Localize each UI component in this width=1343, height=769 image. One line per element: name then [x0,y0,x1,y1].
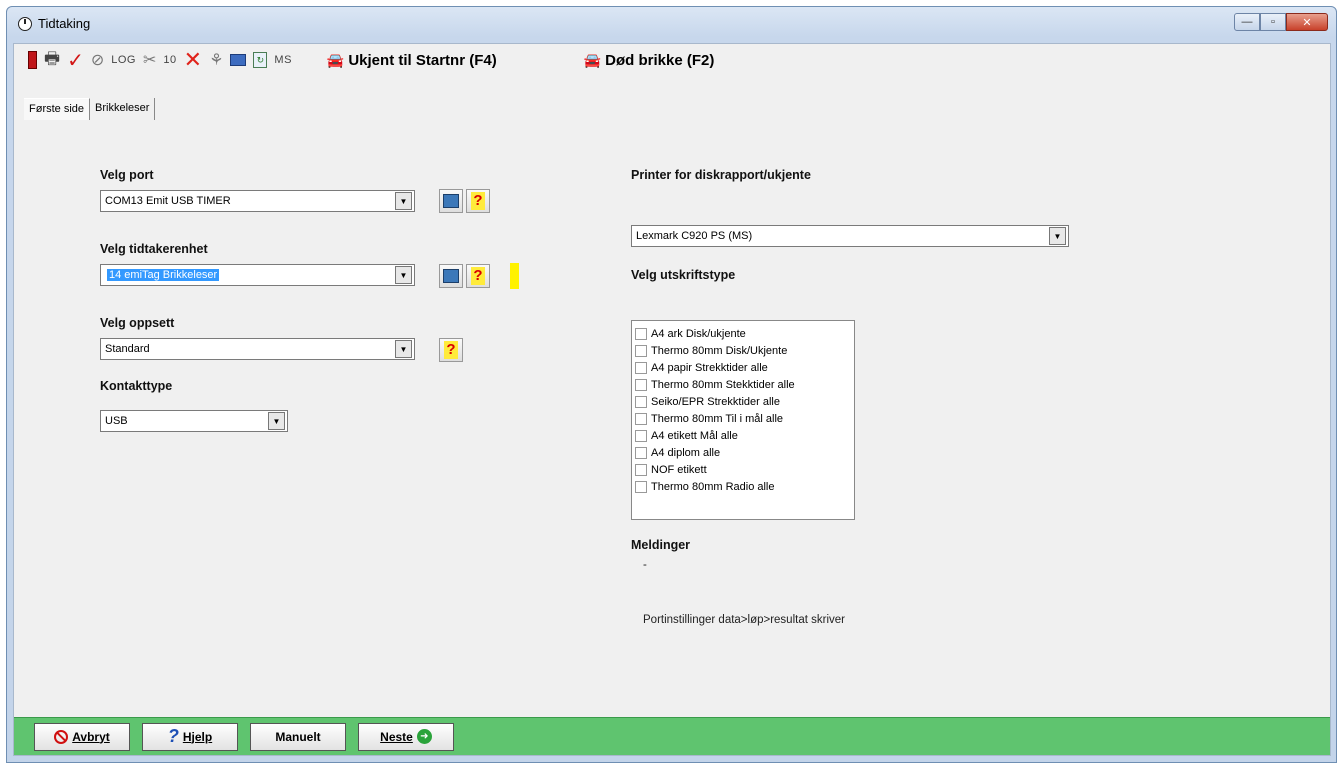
print-type-list[interactable]: A4 ark Disk/ukjente Thermo 80mm Disk/Ukj… [631,320,855,520]
contact-select[interactable]: USB ▼ [100,410,288,432]
checkbox[interactable] [635,412,647,425]
title-bar: Tidtaking — ▫ ✕ [7,7,1336,39]
chevron-down-icon: ▼ [395,192,412,210]
setup-label: Velg oppsett [100,316,175,330]
printer-icon[interactable]: 🖶 [44,49,60,71]
broom-icon[interactable]: ⚘ [209,49,223,71]
tab-strip: Første side Brikkeleser [24,98,156,120]
unit-refresh-button[interactable] [439,264,463,288]
computer-icon [443,194,459,208]
toolbar: 🖶 ✓ ⊘ LOG ✂ 10 ✕ ⚘ ↻ MS 🚘 Ukjent til Sta… [14,44,1330,76]
cancel-circle-icon[interactable]: ⊘ [91,49,104,71]
contact-label: Kontakttype [100,379,173,393]
client-area: 🖶 ✓ ⊘ LOG ✂ 10 ✕ ⚘ ↻ MS 🚘 Ukjent til Sta… [13,43,1331,756]
checkbox[interactable] [635,446,647,459]
scissors-icon[interactable]: ✂ [143,49,156,71]
printer-label: Printer for diskrapport/ukjente [631,168,811,182]
checkbox[interactable] [635,344,647,357]
window-title: Tidtaking [38,16,91,31]
manual-button[interactable]: Manuelt [250,722,346,751]
setup-value: Standard [105,343,150,355]
app-window: Tidtaking — ▫ ✕ 🖶 ✓ ⊘ LOG ✂ 10 ✕ ⚘ ↻ MS … [6,6,1337,763]
list-item[interactable]: Thermo 80mm Radio alle [632,478,854,495]
list-item[interactable]: A4 diplom alle [632,444,854,461]
next-button[interactable]: Neste ➜ [358,722,454,751]
contact-value: USB [105,415,128,427]
list-item[interactable]: Thermo 80mm Til i mål alle [632,410,854,427]
bottom-button-bar: Avbryt ? Hjelp Manuelt Neste ➜ [14,717,1330,755]
tab-chip-reader[interactable]: Brikkeleser [90,98,156,120]
binary-icon[interactable] [230,49,247,71]
unit-select[interactable]: 14 emiTag Brikkeleser ▼ [100,264,415,286]
checkbox[interactable] [635,463,647,476]
minimize-button[interactable]: — [1234,13,1260,31]
port-select[interactable]: COM13 Emit USB TIMER ▼ [100,190,415,212]
checkbox[interactable] [635,395,647,408]
question-icon: ? [444,341,458,359]
car-icon: 🚘 [326,51,345,68]
chevron-down-icon: ▼ [395,340,412,358]
cancel-icon [54,729,69,744]
question-icon: ? [471,267,485,285]
list-item[interactable]: Thermo 80mm Disk/Ukjente [632,342,854,359]
question-icon: ? [167,726,179,746]
help-button[interactable]: ? Hjelp [142,722,238,751]
list-item[interactable]: NOF etikett [632,461,854,478]
chevron-down-icon: ▼ [268,412,285,430]
list-item[interactable]: A4 etikett Mål alle [632,427,854,444]
setup-help-button[interactable]: ? [439,338,463,362]
dead-chip-label: Død brikke (F2) [605,51,715,69]
maximize-button[interactable]: ▫ [1260,13,1286,31]
port-value: COM13 Emit USB TIMER [105,195,231,207]
port-settings-text: Portinstillinger data>løp>resultat skriv… [643,614,845,626]
checkbox[interactable] [635,480,647,493]
window-controls: — ▫ ✕ [1234,13,1328,32]
sheet-refresh-icon[interactable]: ↻ [253,49,268,71]
car-icon: 🚘 [583,51,602,68]
list-item[interactable]: Seiko/EPR Strekktider alle [632,393,854,410]
cancel-button[interactable]: Avbryt [34,722,130,751]
first-page-pane: Velg port COM13 Emit USB TIMER ▼ ? Velg … [14,124,1330,734]
dead-chip-button[interactable]: 🚘 Død brikke (F2) [584,49,715,71]
question-icon: ? [471,192,485,210]
printer-select[interactable]: Lexmark C920 PS (MS) ▼ [631,225,1069,247]
unit-label: Velg tidtakerenhet [100,242,208,256]
checkbox[interactable] [635,429,647,442]
list-item[interactable]: A4 papir Strekktider alle [632,359,854,376]
unit-help-button[interactable]: ? [466,264,490,288]
checkmark-icon[interactable]: ✓ [67,49,84,72]
messages-label: Meldinger [631,538,691,552]
computer-icon [443,269,459,283]
port-label: Velg port [100,168,154,182]
chevron-down-icon: ▼ [395,266,412,284]
checkbox[interactable] [635,378,647,391]
unknown-startnr-button[interactable]: 🚘 Ukjent til Startnr (F4) [327,49,497,71]
chevron-down-icon: ▼ [1049,227,1066,245]
tab-first-page[interactable]: Første side [24,98,91,120]
ten-button[interactable]: 10 [163,49,176,71]
checkbox[interactable] [635,327,647,340]
messages-value: - [643,559,647,571]
clock-icon [18,17,32,31]
unit-value: 14 emiTag Brikkeleser [107,269,220,281]
setup-select[interactable]: Standard ▼ [100,338,415,360]
arrow-right-icon: ➜ [416,729,432,744]
port-help-button[interactable]: ? [466,189,490,213]
print-type-label: Velg utskriftstype [631,268,736,282]
checkbox[interactable] [635,361,647,374]
list-item[interactable]: A4 ark Disk/ukjente [632,325,854,342]
list-item[interactable]: Thermo 80mm Stekktider alle [632,376,854,393]
ms-button[interactable]: MS [274,49,292,71]
log-button[interactable]: LOG [111,49,136,71]
delete-x-icon[interactable]: ✕ [184,47,202,72]
unknown-startnr-label: Ukjent til Startnr (F4) [348,51,497,69]
exit-door-icon[interactable] [28,49,37,71]
printer-value: Lexmark C920 PS (MS) [636,230,753,242]
port-refresh-button[interactable] [439,189,463,213]
status-indicator [510,263,519,289]
close-button[interactable]: ✕ [1286,13,1328,31]
